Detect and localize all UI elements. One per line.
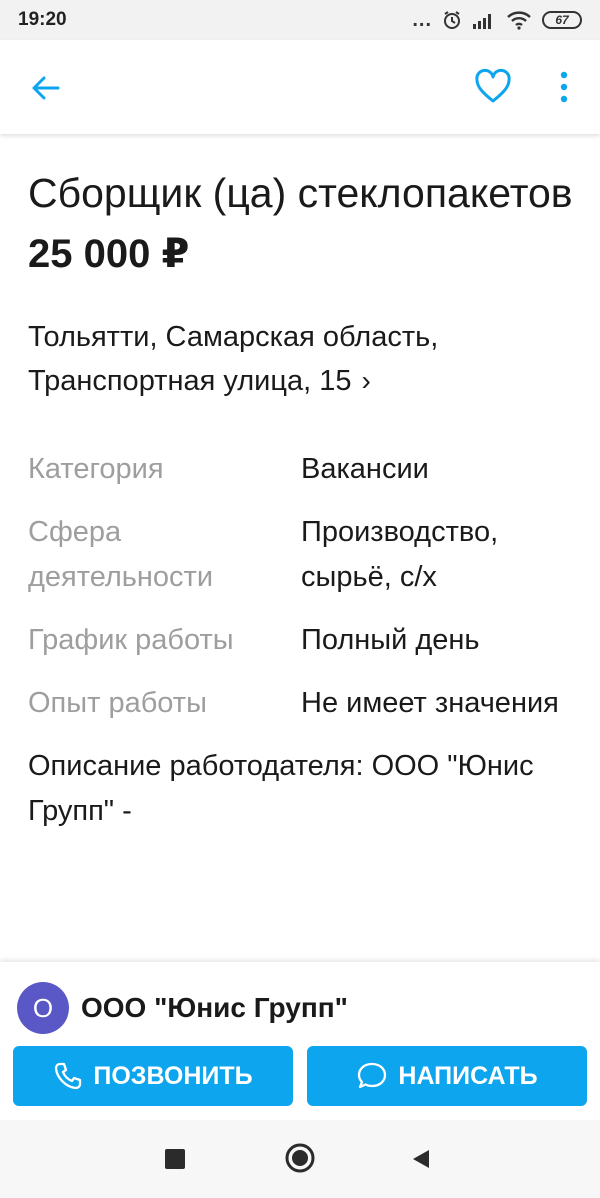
system-back-icon[interactable] [410,1148,432,1170]
param-value: Вакансии [301,453,429,485]
salary: 25 000 ₽ [28,232,190,276]
notification-dots: ... [412,8,432,31]
seller-row[interactable]: О ООО "Юнис Групп" [17,982,348,1034]
app-bar [0,40,600,134]
avatar: О [17,982,69,1034]
wifi-icon [507,11,531,30]
chevron-right-icon: › [361,365,371,396]
param-value: Полный день [301,624,480,656]
description-text: Описание работодателя: ООО "Юнис Групп" … [28,750,534,827]
param-key: Категория [28,453,164,485]
more-vertical-icon[interactable] [552,68,576,106]
battery-icon: 67 [542,11,582,29]
back-arrow-icon[interactable] [28,70,64,106]
param-key: Сфера деятельности [28,516,214,593]
status-icons: ... 67 [412,9,582,32]
seller-panel: О ООО "Юнис Групп" ПОЗВОНИТЬ НАПИСАТЬ [0,962,600,1120]
param-row: Сфера деятельности Производство, сырьё, … [28,510,588,600]
home-icon[interactable] [284,1142,316,1174]
listing-content: Сборщик (ца) стеклопакетов 25 000 ₽ Толь… [28,134,588,834]
param-row: Опыт работы Не имеет значения [28,681,588,726]
address-link[interactable]: Тольятти, Самарская область, Транспортна… [28,316,548,403]
call-button[interactable]: ПОЗВОНИТЬ [13,1046,293,1106]
params-list: Категория Вакансии Сфера деятельности Пр… [28,447,588,726]
write-button-label: НАПИСАТЬ [398,1061,538,1090]
system-nav-bar [0,1120,600,1198]
seller-name: ООО "Юнис Групп" [81,992,348,1023]
param-key: График работы [28,624,234,656]
phone-icon [55,1062,82,1090]
status-bar: 19:20 ... 67 [0,0,600,40]
recent-apps-icon[interactable] [165,1149,185,1169]
signal-icon [473,14,491,29]
chat-bubble-icon [358,1062,387,1089]
alarm-icon [444,11,460,29]
job-title: Сборщик (ца) стеклопакетов [28,170,573,216]
status-time: 19:20 [18,9,67,30]
param-value: Производство, сырьё, с/х [301,516,499,593]
address-text: Тольятти, Самарская область, Транспортна… [28,321,439,397]
param-row: График работы Полный день [28,618,588,663]
param-value: Не имеет значения [301,687,559,719]
heart-icon[interactable] [474,68,512,106]
param-key: Опыт работы [28,687,207,719]
call-button-label: ПОЗВОНИТЬ [93,1061,253,1090]
write-button[interactable]: НАПИСАТЬ [307,1046,587,1106]
param-row: Категория Вакансии [28,447,588,492]
